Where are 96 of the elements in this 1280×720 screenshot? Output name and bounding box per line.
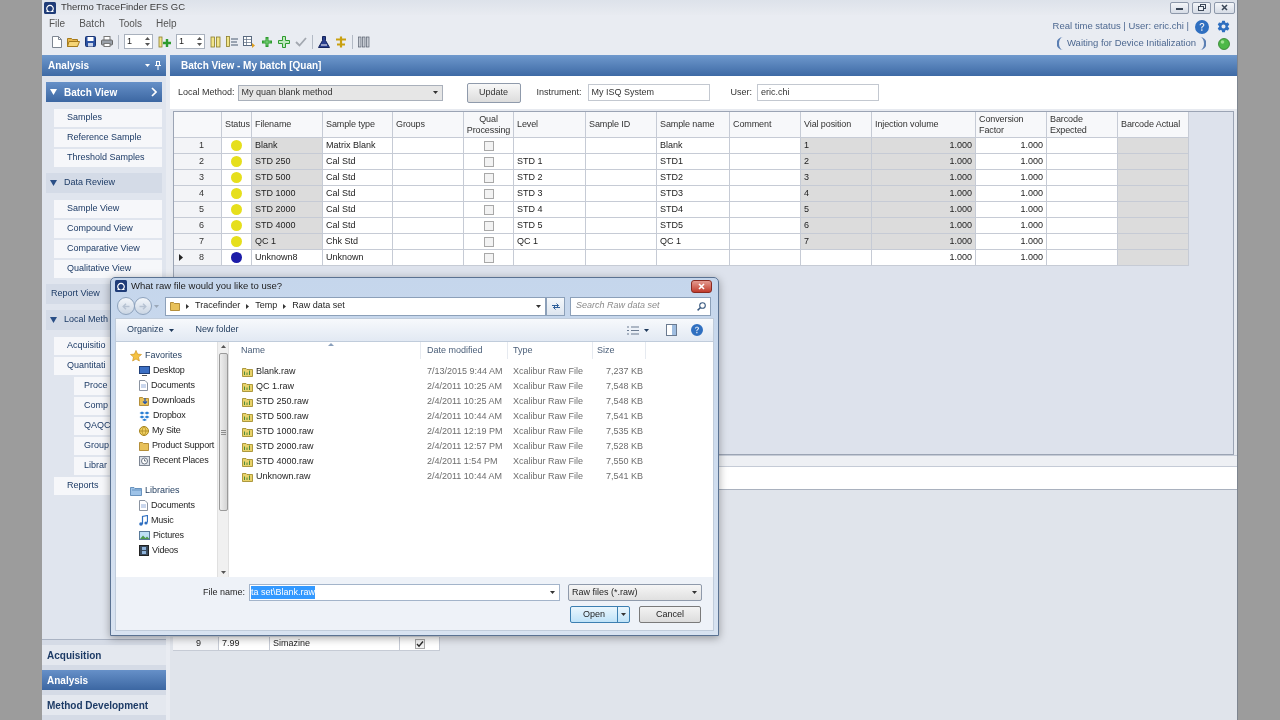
table-cell: STD4: [657, 202, 730, 218]
table-cell: 4: [801, 186, 872, 202]
file-type: Xcalibur Raw File: [513, 440, 584, 451]
table-cell: Blank: [252, 138, 323, 154]
table-cell: 9: [173, 637, 219, 651]
table-cell: 7: [801, 234, 872, 250]
table-cell: 1.000: [976, 186, 1047, 202]
table-cell: Unknown8: [252, 250, 323, 266]
table-cell: 1.000: [872, 202, 976, 218]
table-cell: STD 2000: [252, 202, 323, 218]
table-cell: 1: [801, 138, 872, 154]
table-cell: 1.000: [976, 170, 1047, 186]
file-date: 7/13/2015 9:44 AM: [427, 365, 503, 376]
file-size: 7,237 KB: [605, 364, 643, 378]
table-cell: 5: [801, 202, 872, 218]
table-cell: Chk Std: [323, 234, 393, 250]
file-date: 2/4/2011 10:25 AM: [427, 395, 502, 406]
row-number: 2: [199, 154, 204, 168]
file-size: 7,528 KB: [605, 439, 643, 453]
table-cell: 1.000: [872, 138, 976, 154]
table-cell: STD3: [657, 186, 730, 202]
row-number: 8: [199, 250, 204, 264]
table-cell: 1.000: [872, 234, 976, 250]
table-cell: STD 3: [514, 186, 586, 202]
table-cell: STD2: [657, 170, 730, 186]
table-cell: 1.000: [976, 154, 1047, 170]
table-cell: Cal Std: [323, 186, 393, 202]
table-cell: STD 1000: [252, 186, 323, 202]
table-cell: QC 1: [252, 234, 323, 250]
row-number: 6: [199, 218, 204, 232]
status-text: Real time status | User: eric.chi |: [1052, 19, 1189, 34]
table-cell: STD 4: [514, 202, 586, 218]
table-cell: 1.000: [976, 234, 1047, 250]
field-label: Instrument:: [536, 85, 582, 99]
table-cell: 1.000: [976, 218, 1047, 234]
table-cell: 1.000: [872, 154, 976, 170]
file-type: Xcalibur Raw File: [513, 365, 584, 376]
device-status: Waiting for Device Initialization: [1067, 36, 1196, 51]
file-type: Xcalibur Raw File: [513, 470, 584, 481]
table-cell: 1.000: [872, 186, 976, 202]
table-cell: 3: [801, 170, 872, 186]
table-cell: 6: [801, 218, 872, 234]
table-cell: 2: [801, 154, 872, 170]
table-cell: 1.000: [872, 170, 976, 186]
row-number: 7: [199, 234, 204, 248]
file-date: 2/4/2011 10:44 AM: [427, 470, 502, 481]
table-cell: STD 4000: [252, 218, 323, 234]
file-size: 7,541 KB: [605, 469, 643, 483]
table-cell: STD 500: [252, 170, 323, 186]
table-cell: STD 5: [514, 218, 586, 234]
table-cell: STD 1: [514, 154, 586, 170]
window-title: Thermo TraceFinder EFS GC: [61, 0, 186, 15]
field-label: User:: [730, 85, 753, 99]
table-cell: 1.000: [976, 138, 1047, 154]
table-cell: 1.000: [872, 218, 976, 234]
table-cell: STD 2: [514, 170, 586, 186]
panel-title: Analysis: [48, 59, 90, 73]
file-date: 2/4/2011 10:44 AM: [427, 410, 502, 421]
field-label: Local Method:: [178, 85, 235, 99]
file-size: 7,550 KB: [605, 454, 643, 468]
view-title: Batch View - My batch [Quan]: [181, 59, 322, 73]
row-number: 5: [199, 202, 204, 216]
file-type: Xcalibur Raw File: [513, 425, 584, 436]
table-cell: QC 1: [514, 234, 586, 250]
file-size: 7,548 KB: [605, 394, 643, 408]
file-type: Xcalibur Raw File: [513, 395, 584, 406]
row-number: 3: [199, 170, 204, 184]
file-type: Xcalibur Raw File: [513, 455, 584, 466]
table-cell: 1.000: [976, 250, 1047, 266]
table-cell: STD1: [657, 154, 730, 170]
file-size: 7,548 KB: [605, 379, 643, 393]
table-cell: 1.000: [976, 202, 1047, 218]
table-cell: Cal Std: [323, 218, 393, 234]
file-size: 7,541 KB: [605, 409, 643, 423]
table-cell: STD5: [657, 218, 730, 234]
table-cell: Matrix Blank: [323, 138, 393, 154]
table-cell: Cal Std: [323, 154, 393, 170]
table-cell: 1.000: [872, 250, 976, 266]
file-date: 2/4/2011 12:19 PM: [427, 425, 503, 436]
row-number: 4: [199, 186, 204, 200]
file-type: Xcalibur Raw File: [513, 380, 584, 391]
table-cell: Cal Std: [323, 170, 393, 186]
table-cell: Blank: [657, 138, 730, 154]
table-cell: Cal Std: [323, 202, 393, 218]
table-cell: QC 1: [657, 234, 730, 250]
file-size: 7,535 KB: [605, 424, 643, 438]
row-number: 1: [199, 138, 204, 152]
table-cell: Simazine: [270, 637, 400, 651]
table-cell: STD 250: [252, 154, 323, 170]
field-label: File name:: [202, 585, 245, 599]
table-cell: 7.99: [219, 637, 270, 651]
file-type: Xcalibur Raw File: [513, 410, 584, 421]
file-date: 2/4/2011 10:25 AM: [427, 380, 502, 391]
file-date: 2/4/2011 12:57 PM: [427, 440, 503, 451]
table-cell: Unknown: [323, 250, 393, 266]
file-date: 2/4/2011 1:54 PM: [427, 455, 498, 466]
